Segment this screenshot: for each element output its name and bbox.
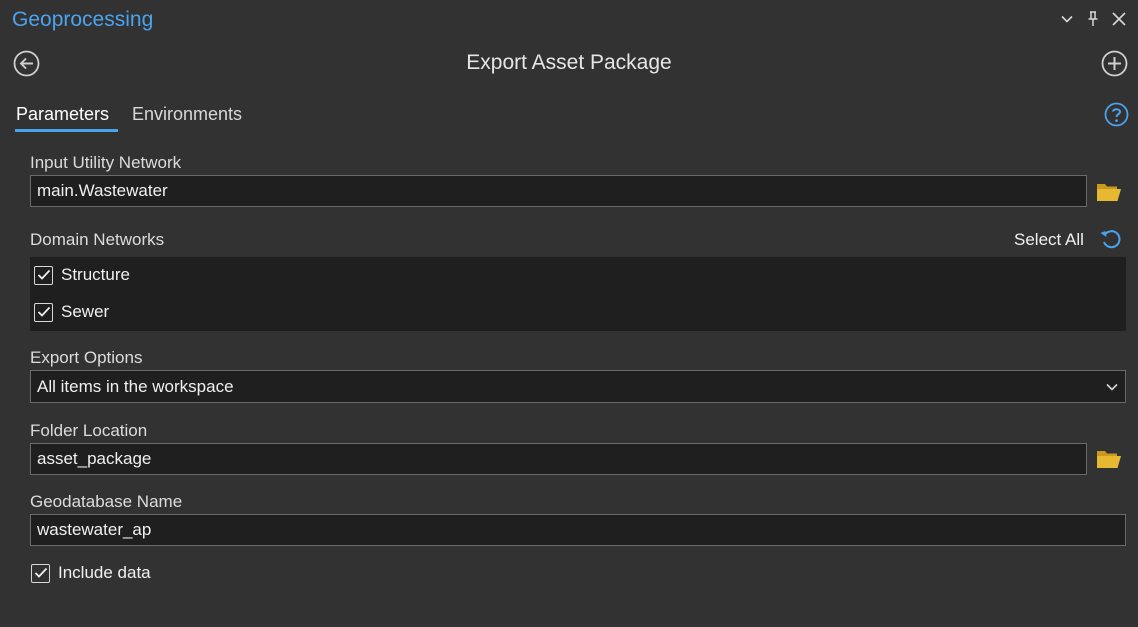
export-options-value: All items in the workspace <box>37 377 234 396</box>
checkbox[interactable] <box>31 563 50 583</box>
chevron-down-icon <box>1105 380 1119 394</box>
pin-icon[interactable] <box>1084 10 1102 28</box>
geodatabase-name-field[interactable] <box>30 514 1126 546</box>
input-utility-network-field[interactable] <box>30 175 1087 207</box>
chevron-down-icon[interactable] <box>1058 10 1076 28</box>
export-options-dropdown[interactable]: All items in the workspace <box>30 370 1126 403</box>
geoprocessing-pane: Geoprocessing Export Asset Package Param… <box>0 0 1138 627</box>
include-data-label: Include data <box>58 563 151 582</box>
plus-circle-icon[interactable] <box>1101 50 1128 77</box>
list-item[interactable]: Sewer <box>34 298 109 326</box>
list-item-label: Sewer <box>61 302 110 321</box>
export-options-label: Export Options <box>30 348 143 367</box>
folder-icon[interactable] <box>1096 181 1122 203</box>
folder-location-field[interactable] <box>30 443 1087 475</box>
folder-location-label: Folder Location <box>30 421 148 440</box>
pane-title-bar: Geoprocessing <box>0 0 1138 40</box>
domain-networks-label: Domain Networks <box>30 230 165 249</box>
folder-icon[interactable] <box>1096 448 1122 470</box>
list-item-label: Structure <box>61 265 130 284</box>
tab-environments[interactable]: Environments <box>132 104 242 125</box>
include-data-checkbox-row[interactable]: Include data <box>31 563 151 583</box>
checkbox[interactable] <box>34 302 53 322</box>
domain-networks-list: Structure Sewer <box>30 257 1126 331</box>
help-icon[interactable] <box>1104 102 1129 127</box>
tab-parameters[interactable]: Parameters <box>16 104 109 125</box>
active-tab-indicator <box>15 129 118 132</box>
list-item[interactable]: Structure <box>34 261 130 289</box>
geodatabase-name-label: Geodatabase Name <box>30 492 183 511</box>
close-icon[interactable] <box>1110 10 1128 28</box>
input-utility-network-label: Input Utility Network <box>30 153 182 172</box>
reset-icon[interactable] <box>1099 228 1123 250</box>
checkbox[interactable] <box>34 265 53 285</box>
select-all-link[interactable]: Select All <box>1014 230 1084 250</box>
pane-title: Geoprocessing <box>12 8 154 31</box>
tool-title: Export Asset Package <box>466 51 672 74</box>
